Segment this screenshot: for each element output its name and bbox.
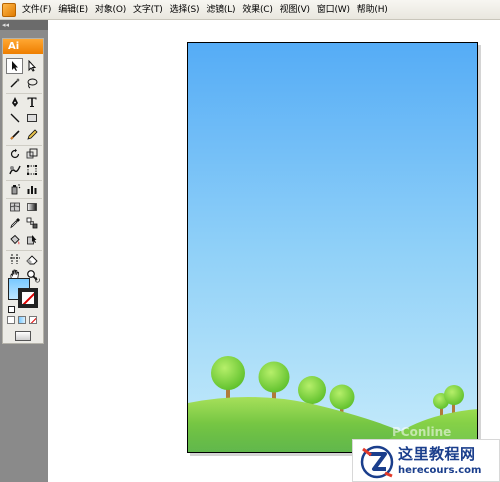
eraser-tool-icon[interactable] <box>23 251 40 267</box>
site-url: herecours.com <box>398 465 482 476</box>
rotate-tool-icon[interactable] <box>6 146 23 162</box>
menu-file[interactable]: 文件(F) <box>19 0 55 20</box>
landscape-artwork <box>188 356 477 452</box>
watermark: PConline <box>392 425 452 439</box>
mesh-tool-icon[interactable] <box>6 199 23 215</box>
artboard[interactable] <box>187 42 478 453</box>
pencil-tool-icon[interactable] <box>23 127 40 143</box>
slice-tool-icon[interactable] <box>6 251 23 267</box>
column-graph-tool-icon[interactable] <box>23 181 40 197</box>
rectangle-tool-icon[interactable] <box>23 110 40 126</box>
free-transform-tool-icon[interactable] <box>23 162 40 178</box>
eyedropper-tool-icon[interactable] <box>6 215 23 231</box>
color-mode-row <box>7 316 37 324</box>
stroke-none-swatch[interactable] <box>18 288 38 308</box>
toolbox: Ai ↻ <box>2 38 44 344</box>
site-logo-emblem <box>360 445 394 479</box>
menu-bar: 文件(F) 编辑(E) 对象(O) 文字(T) 选择(S) 滤镜(L) 效果(C… <box>0 0 500 20</box>
menu-help[interactable]: 帮助(H) <box>354 0 392 20</box>
symbol-sprayer-tool-icon[interactable] <box>6 181 23 197</box>
collapse-toolbox-icon[interactable]: ◂◂ <box>0 20 48 30</box>
gradient-tool-icon[interactable] <box>23 199 40 215</box>
swap-fill-stroke-icon[interactable]: ↻ <box>34 276 41 285</box>
site-logo: 这里教程网 herecours.com <box>352 439 500 482</box>
lasso-tool-icon[interactable] <box>23 75 40 91</box>
scale-tool-icon[interactable] <box>23 146 40 162</box>
menu-type[interactable]: 文字(T) <box>130 0 167 20</box>
tool-grid <box>6 58 42 284</box>
tree <box>211 356 245 401</box>
menu-select[interactable]: 选择(S) <box>167 0 204 20</box>
magic-wand-tool-icon[interactable] <box>6 75 23 91</box>
color-mode-icon[interactable] <box>7 316 15 324</box>
gradient-mode-icon[interactable] <box>18 316 26 324</box>
illustrator-logo: Ai <box>3 39 43 54</box>
artboard-shadow <box>478 45 481 455</box>
site-name: 这里教程网 <box>398 445 476 463</box>
menu-window[interactable]: 窗口(W) <box>314 0 354 20</box>
paintbrush-tool-icon[interactable] <box>6 127 23 143</box>
warp-tool-icon[interactable] <box>6 162 23 178</box>
none-mode-icon[interactable] <box>29 316 37 324</box>
app-icon[interactable] <box>2 2 16 17</box>
selection-tool-icon[interactable] <box>6 58 23 74</box>
menu-edit[interactable]: 编辑(E) <box>55 0 92 20</box>
screen-mode-icon[interactable] <box>15 331 31 341</box>
pen-tool-icon[interactable] <box>6 94 23 110</box>
default-fill-stroke-icon[interactable] <box>8 306 15 313</box>
menu-object[interactable]: 对象(O) <box>92 0 130 20</box>
menu-effect[interactable]: 效果(C) <box>239 0 276 20</box>
live-paint-selection-tool-icon[interactable] <box>23 232 40 248</box>
fill-stroke-controls: ↻ <box>8 276 41 314</box>
live-paint-bucket-tool-icon[interactable] <box>6 232 23 248</box>
blend-tool-icon[interactable] <box>23 215 40 231</box>
menu-view[interactable]: 视图(V) <box>277 0 314 20</box>
type-tool-icon[interactable] <box>23 94 40 110</box>
menu-filter[interactable]: 滤镜(L) <box>203 0 239 20</box>
direct-selection-tool-icon[interactable] <box>23 58 40 74</box>
tree <box>444 385 464 413</box>
line-tool-icon[interactable] <box>6 110 23 126</box>
